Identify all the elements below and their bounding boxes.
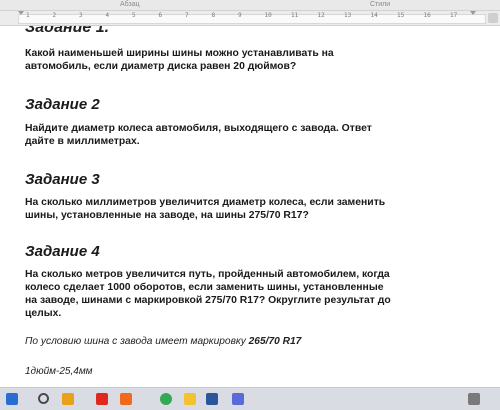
yandex-icon[interactable] — [96, 393, 108, 405]
word-icon[interactable] — [206, 393, 218, 405]
ruler-tick-label: 6 — [158, 12, 163, 19]
ruler-tick-label: 9 — [238, 12, 242, 19]
task4-text-line3: на заводе, шинами с маркировкой 275/70 R… — [25, 295, 391, 306]
ruler-tick-label: 14 — [370, 12, 378, 19]
task4-text-line2: колесо сделает 1000 оборотов, если замен… — [25, 282, 384, 293]
task4-heading: Задание 4 — [25, 243, 100, 260]
task4-text-line4: целых. — [25, 308, 62, 319]
windows-start-icon[interactable] — [6, 393, 18, 405]
media-icon[interactable] — [120, 393, 132, 405]
document-page[interactable]: Задание 1. Какой наименьшей ширины шины … — [0, 26, 500, 387]
ruler-tick-label: 4 — [105, 12, 110, 19]
left-indent-marker[interactable] — [18, 11, 24, 15]
ruler-tick-label: 11 — [291, 12, 299, 19]
ruler-tick-label: 10 — [264, 12, 272, 19]
inch-conversion-note: 1дюйм-25,4мм — [25, 366, 93, 377]
task2-text-line1: Найдите диаметр колеса автомобиля, выход… — [25, 123, 372, 134]
ruler-end-tab[interactable] — [488, 13, 498, 23]
ruler-tick-label: 16 — [423, 12, 431, 19]
note-text: По условию шина с завода имеет маркировк… — [25, 336, 249, 347]
task3-text-line1: На сколько миллиметров увеличится диамет… — [25, 197, 386, 208]
ribbon-group-paragraph: Абзац — [120, 1, 140, 8]
tire-marking-note: По условию шина с завода имеет маркировк… — [25, 336, 301, 347]
ruler-tick-label: 8 — [211, 12, 216, 19]
taskbar — [0, 387, 500, 410]
file-explorer-icon[interactable] — [184, 393, 196, 405]
task1-text-line2: автомобиль, если диаметр диска равен 20 … — [25, 61, 297, 72]
ruler-tick-label: 17 — [450, 12, 458, 19]
task3-text-line2: шины, установленные на заводе, на шины 2… — [25, 210, 309, 221]
ruler-tick-label: 12 — [317, 12, 325, 19]
ribbon-group-styles: Стили — [370, 1, 391, 8]
task2-text-line2: дайте в миллиметрах. — [25, 136, 140, 147]
ruler-tick-label: 1 — [26, 12, 30, 19]
app-icon[interactable] — [232, 393, 244, 405]
ruler-tick-label: 2 — [52, 12, 57, 19]
task3-heading: Задание 3 — [25, 171, 100, 188]
horizontal-ruler[interactable]: 1 2 3 4 5 6 7 8 9 10 11 12 13 14 15 16 17 — [0, 11, 500, 26]
ruler-tick-label: 5 — [132, 12, 136, 19]
search-icon[interactable] — [38, 393, 49, 404]
browser-icon[interactable] — [62, 393, 74, 405]
ruler-track — [18, 14, 486, 24]
chrome-icon[interactable] — [160, 393, 172, 405]
note-marking: 265/70 R17 — [248, 336, 302, 347]
ruler-tick-label: 3 — [79, 12, 83, 19]
right-indent-marker[interactable] — [470, 11, 476, 15]
task2-heading: Задание 2 — [25, 96, 100, 113]
ruler-tick-label: 13 — [344, 12, 352, 19]
task1-heading: Задание 1. — [25, 26, 110, 36]
store-icon[interactable] — [468, 393, 480, 405]
task1-text-line1: Какой наименьшей ширины шины можно устан… — [25, 48, 334, 59]
task4-text-line1: На сколько метров увеличится путь, пройд… — [25, 269, 390, 280]
ruler-tick-label: 7 — [185, 12, 189, 19]
ribbon-strip: Абзац Стили — [0, 0, 500, 11]
ruler-tick-label: 15 — [397, 12, 405, 19]
